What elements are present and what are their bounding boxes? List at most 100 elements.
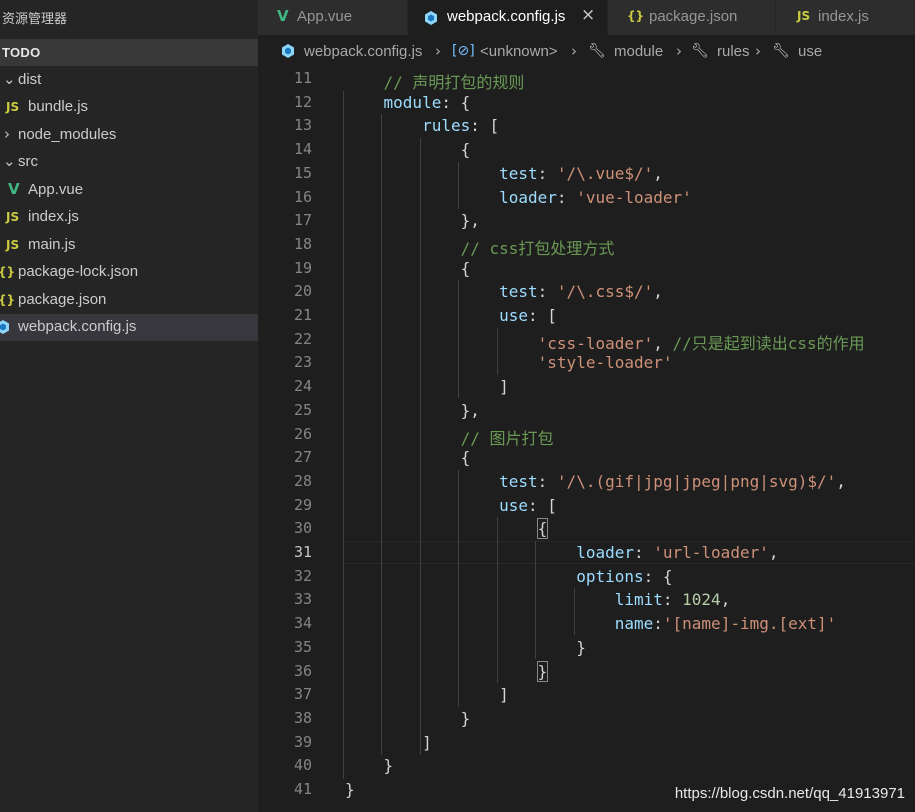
code-line[interactable]: 16 loader: 'vue-loader': [258, 186, 915, 210]
vue-file-icon: V: [8, 180, 20, 198]
line-number: 23: [293, 353, 312, 372]
code-line[interactable]: 39 ]: [258, 731, 915, 755]
explorer-title: 资源管理器: [2, 11, 68, 26]
line-number: 16: [293, 187, 312, 206]
wrench-icon: 🔧︎: [691, 43, 709, 59]
breadcrumb-item[interactable]: use: [798, 43, 822, 60]
code-text: {: [345, 140, 471, 160]
code-text: // 图片打包: [460, 428, 554, 448]
tree-label: main.js: [28, 236, 76, 253]
code-line[interactable]: 18 // css打包处理方式: [258, 233, 915, 258]
code-line[interactable]: 30 {: [258, 517, 915, 541]
code-text: test: '/\.vue$/',: [499, 163, 663, 183]
line-number: 39: [293, 732, 312, 751]
code-text: }: [536, 660, 549, 682]
tree-file-index-js[interactable]: JS index.js: [0, 204, 258, 231]
tree-file-webpack-config-js[interactable]: webpack.config.js: [0, 314, 258, 341]
code-line[interactable]: 40 }: [258, 754, 915, 778]
tab-label: index.js: [818, 8, 869, 25]
tree-file-bundle-js[interactable]: JS bundle.js: [0, 94, 258, 121]
code-line[interactable]: 21 use: [: [258, 304, 915, 328]
tree-folder-node-modules[interactable]: › node_modules: [0, 122, 258, 149]
code-line[interactable]: 32 options: {: [258, 565, 915, 589]
code-line[interactable]: 28 test: '/\.(gif|jpg|jpeg|png|svg)$/',: [258, 470, 915, 494]
breadcrumb-item[interactable]: rules: [717, 43, 750, 60]
line-number: 27: [293, 448, 312, 467]
breadcrumb: webpack.config.js › [⊘] <unknown> › 🔧︎ m…: [258, 35, 915, 67]
tab-app-vue[interactable]: V App.vue: [258, 0, 408, 35]
code-text: module: {: [383, 92, 471, 112]
tree-folder-dist[interactable]: ⌄ dist: [0, 67, 258, 94]
line-number: 37: [293, 685, 312, 704]
line-number: 26: [293, 424, 312, 443]
tab-webpack-config-js[interactable]: webpack.config.js ×: [408, 0, 608, 35]
breadcrumb-item[interactable]: <unknown>: [480, 43, 558, 60]
breadcrumb-item[interactable]: webpack.config.js: [304, 43, 422, 60]
chevron-right-icon: ›: [755, 42, 761, 60]
chevron-down-icon: ⌄: [3, 152, 16, 170]
line-number: 20: [293, 282, 312, 301]
code-line[interactable]: 13 rules: [: [258, 114, 915, 138]
code-line[interactable]: 24 ]: [258, 375, 915, 399]
tab-package-json[interactable]: {} package.json: [608, 0, 776, 35]
code-line[interactable]: 27 {: [258, 446, 915, 470]
code-text: }: [345, 780, 355, 799]
code-line[interactable]: 37 ]: [258, 683, 915, 707]
code-line[interactable]: 34 name:'[name]-img.[ext]': [258, 612, 915, 636]
code-line[interactable]: 22 'css-loader', //只是起到读出css的作用: [258, 328, 915, 353]
line-number: 41: [293, 780, 312, 798]
code-line[interactable]: 14 {: [258, 138, 915, 162]
code-text: {: [345, 258, 471, 278]
code-line[interactable]: 31 loader: 'url-loader',: [258, 541, 915, 565]
line-number: 12: [293, 92, 312, 111]
wrench-icon: 🔧︎: [772, 43, 790, 59]
code-text: test: '/\.css$/',: [499, 282, 663, 302]
js-file-icon: JS: [6, 238, 20, 252]
line-number: 33: [293, 590, 312, 609]
code-text: rules: [: [422, 116, 500, 136]
tab-label: webpack.config.js: [447, 8, 566, 25]
breadcrumb-item[interactable]: module: [614, 43, 663, 60]
chevron-down-icon: ⌄: [3, 70, 16, 88]
code-line[interactable]: 17 },: [258, 209, 915, 233]
tree-file-package-json[interactable]: {} package.json: [0, 287, 258, 314]
tree-file-app-vue[interactable]: V App.vue: [0, 177, 258, 204]
code-text: test: '/\.(gif|jpg|jpeg|png|svg)$/',: [499, 471, 846, 491]
code-line[interactable]: 12 module: {: [258, 91, 915, 115]
line-number: 22: [293, 329, 312, 348]
tab-label: App.vue: [297, 8, 353, 25]
tree-file-main-js[interactable]: JS main.js: [0, 232, 258, 259]
tree-label: index.js: [28, 208, 79, 225]
tree-label: package-lock.json: [18, 263, 139, 280]
code-line[interactable]: 11 // 声明打包的规则: [258, 67, 915, 92]
tab-index-js[interactable]: JS index.js: [776, 0, 915, 35]
watermark: https://blog.csdn.net/qq_41913971: [674, 785, 905, 802]
code-line[interactable]: 29 use: [: [258, 494, 915, 518]
code-line[interactable]: 36 }: [258, 660, 915, 684]
line-number: 13: [293, 116, 312, 135]
code-text: },: [345, 400, 480, 420]
line-number: 40: [293, 756, 312, 775]
vue-file-icon: V: [277, 7, 289, 25]
js-file-icon: JS: [6, 210, 20, 224]
code-line[interactable]: 33 limit: 1024,: [258, 588, 915, 612]
code-editor[interactable]: 11 // 声明打包的规则 12 module: {13 rules: [14 {…: [258, 67, 915, 812]
code-line[interactable]: 19 {: [258, 257, 915, 281]
tree-folder-src[interactable]: ⌄ src: [0, 149, 258, 176]
webpack-file-icon: [425, 11, 437, 25]
line-number: 30: [293, 519, 312, 538]
workspace-name: TODO: [2, 45, 41, 60]
line-number: 28: [293, 471, 312, 490]
tree-file-package-lock-json[interactable]: {} package-lock.json: [0, 259, 258, 286]
workspace-section-header[interactable]: TODO: [0, 39, 258, 66]
code-line[interactable]: 26 // 图片打包: [258, 423, 915, 448]
code-text: }: [345, 756, 394, 776]
code-line[interactable]: 23 'style-loader': [258, 351, 915, 375]
close-icon[interactable]: ×: [581, 5, 595, 25]
code-text: {: [345, 448, 471, 468]
code-line[interactable]: 35 }: [258, 636, 915, 660]
code-line[interactable]: 25 },: [258, 399, 915, 423]
code-line[interactable]: 20 test: '/\.css$/',: [258, 280, 915, 304]
code-line[interactable]: 15 test: '/\.vue$/',: [258, 162, 915, 186]
code-line[interactable]: 38 }: [258, 707, 915, 731]
